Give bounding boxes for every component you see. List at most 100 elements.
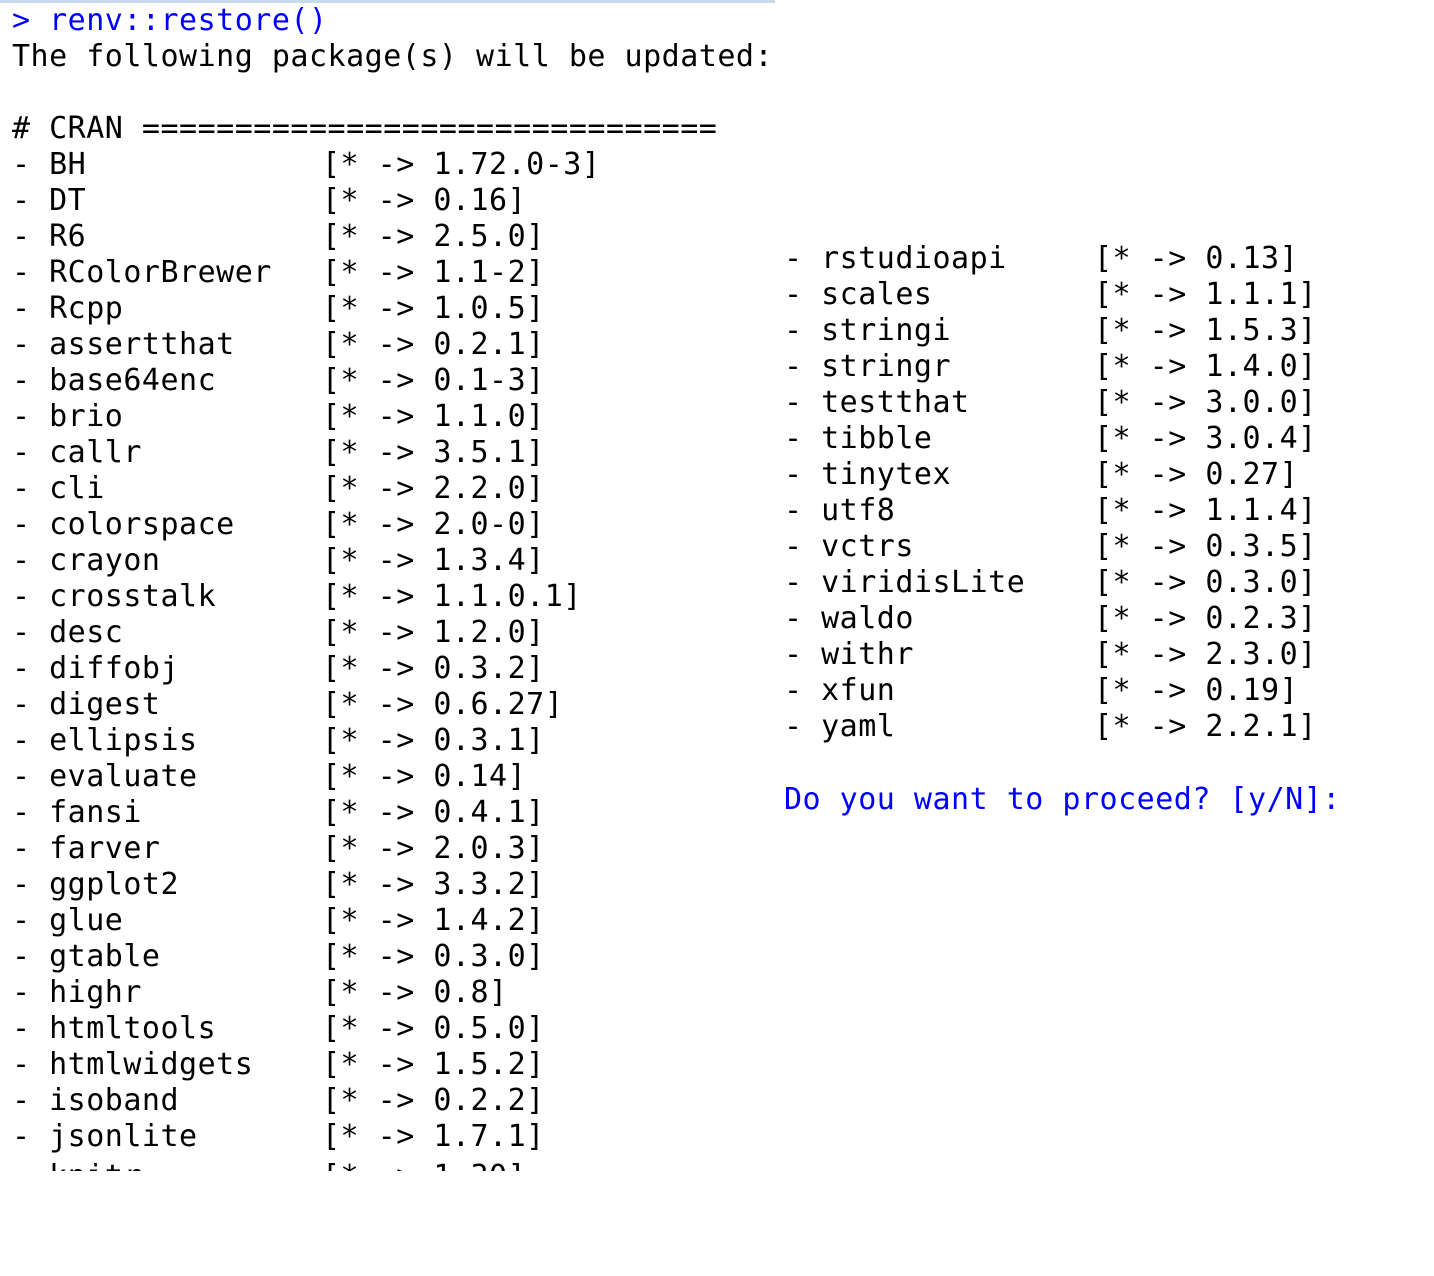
package-version-change: [* -> 0.3.2]: [322, 651, 545, 686]
package-version-change: [* -> 1.72.0-3]: [322, 147, 601, 182]
package-name: - knitr: [12, 1159, 142, 1171]
package-version-change: [* -> 1.30]: [322, 1159, 526, 1171]
package-row: - colorspace [* -> 2.0-0]: [12, 507, 612, 543]
package-row: - ggplot2 [* -> 3.3.2]: [12, 867, 612, 903]
package-row: - isoband [* -> 0.2.2]: [12, 1083, 612, 1119]
package-version-change: [* -> 0.5.0]: [322, 1011, 545, 1046]
package-name: - base64enc: [12, 363, 217, 398]
package-version-change: [* -> 0.1-3]: [322, 363, 545, 398]
package-name: - tibble: [784, 421, 933, 456]
package-row: - crayon [* -> 1.3.4]: [12, 543, 612, 579]
package-name: - xfun: [784, 673, 896, 708]
package-version-change: [* -> 3.3.2]: [322, 867, 545, 902]
package-row: - crosstalk [* -> 1.1.0.1]: [12, 579, 612, 615]
package-row: - testthat [* -> 3.0.0]: [784, 385, 1384, 421]
cran-section-heading: # CRAN ===============================: [12, 111, 718, 146]
package-name: - gtable: [12, 939, 161, 974]
package-name: - htmlwidgets: [12, 1047, 254, 1082]
package-name: - glue: [12, 903, 124, 938]
package-row: - knitr [* -> 1.30]: [12, 1159, 612, 1171]
package-version-change: [* -> 0.27]: [1094, 457, 1299, 492]
package-row: - fansi [* -> 0.4.1]: [12, 795, 612, 831]
package-name: - stringi: [784, 313, 952, 348]
package-version-change: [* -> 2.2.0]: [322, 471, 545, 506]
package-row: - RColorBrewer [* -> 1.1-2]: [12, 255, 612, 291]
package-version-change: [* -> 1.1.0.1]: [322, 579, 582, 614]
package-version-change: [* -> 1.4.0]: [1094, 349, 1317, 384]
package-row: - jsonlite [* -> 1.7.1]: [12, 1119, 612, 1155]
package-row: - viridisLite [* -> 0.3.0]: [784, 565, 1384, 601]
package-name: - cli: [12, 471, 105, 506]
package-row: - cli [* -> 2.2.0]: [12, 471, 612, 507]
package-version-change: [* -> 1.2.0]: [322, 615, 545, 650]
package-name: - farver: [12, 831, 161, 866]
package-name: - desc: [12, 615, 124, 650]
package-row: - waldo [* -> 0.2.3]: [784, 601, 1384, 637]
package-row: - brio [* -> 1.1.0]: [12, 399, 612, 435]
package-name: - ellipsis: [12, 723, 198, 758]
package-name: - callr: [12, 435, 142, 470]
package-name: - crosstalk: [12, 579, 217, 614]
package-version-change: [* -> 0.6.27]: [322, 687, 564, 722]
package-row: - BH [* -> 1.72.0-3]: [12, 147, 612, 183]
package-row: - desc [* -> 1.2.0]: [12, 615, 612, 651]
package-name: - rstudioapi: [784, 241, 1007, 276]
package-name: - colorspace: [12, 507, 235, 542]
package-version-change: [* -> 1.1.0]: [322, 399, 545, 434]
package-name: - fansi: [12, 795, 142, 830]
package-name: - jsonlite: [12, 1119, 198, 1154]
package-row: - highr [* -> 0.8]: [12, 975, 612, 1011]
package-row: - ellipsis [* -> 0.3.1]: [12, 723, 612, 759]
package-version-change: [* -> 2.5.0]: [322, 219, 545, 254]
package-name: - ggplot2: [12, 867, 180, 902]
package-name: - isoband: [12, 1083, 180, 1118]
package-version-change: [* -> 0.19]: [1094, 673, 1299, 708]
package-name: - yaml: [784, 709, 896, 744]
package-row: - glue [* -> 1.4.2]: [12, 903, 612, 939]
package-version-change: [* -> 0.2.1]: [322, 327, 545, 362]
package-row: - farver [* -> 2.0.3]: [12, 831, 612, 867]
package-row: - utf8 [* -> 1.1.4]: [784, 493, 1384, 529]
package-version-change: [* -> 1.4.2]: [322, 903, 545, 938]
package-version-change: [* -> 2.0-0]: [322, 507, 545, 542]
package-name: - RColorBrewer: [12, 255, 272, 290]
package-name: - viridisLite: [784, 565, 1026, 600]
package-name: - BH: [12, 147, 87, 182]
command-text: renv::restore(): [49, 3, 328, 38]
package-version-change: [* -> 0.13]: [1094, 241, 1299, 276]
package-version-change: [* -> 2.0.3]: [322, 831, 545, 866]
package-version-change: [* -> 3.0.0]: [1094, 385, 1317, 420]
package-row: - tinytex [* -> 0.27]: [784, 457, 1384, 493]
package-row: - rstudioapi [* -> 0.13]: [784, 241, 1384, 277]
package-version-change: [* -> 0.14]: [322, 759, 527, 794]
package-version-change: [* -> 0.3.1]: [322, 723, 545, 758]
package-version-change: [* -> 2.3.0]: [1094, 637, 1317, 672]
package-name: - utf8: [784, 493, 896, 528]
proceed-prompt[interactable]: Do you want to proceed? [y/N]:: [784, 782, 1341, 818]
package-row: - diffobj [* -> 0.3.2]: [12, 651, 612, 687]
output-header: The following package(s) will be updated…: [12, 39, 774, 74]
package-row: - htmltools [* -> 0.5.0]: [12, 1011, 612, 1047]
package-version-change: [* -> 1.1.4]: [1094, 493, 1317, 528]
package-version-change: [* -> 1.1-2]: [322, 255, 545, 290]
package-row: - htmlwidgets [* -> 1.5.2]: [12, 1047, 612, 1083]
package-version-change: [* -> 0.2.2]: [322, 1083, 545, 1118]
package-name: - Rcpp: [12, 291, 124, 326]
package-name: - waldo: [784, 601, 914, 636]
package-row: - withr [* -> 2.3.0]: [784, 637, 1384, 673]
package-name: - crayon: [12, 543, 161, 578]
package-version-change: [* -> 3.5.1]: [322, 435, 545, 470]
package-version-change: [* -> 1.7.1]: [322, 1119, 545, 1154]
prompt-symbol: >: [12, 3, 31, 38]
package-row: - scales [* -> 1.1.1]: [784, 277, 1384, 313]
package-name: - withr: [784, 637, 914, 672]
package-name: - vctrs: [784, 529, 914, 564]
package-row: - stringi [* -> 1.5.3]: [784, 313, 1384, 349]
package-row: - digest [* -> 0.6.27]: [12, 687, 612, 723]
package-row: - R6 [* -> 2.5.0]: [12, 219, 612, 255]
package-row: - DT [* -> 0.16]: [12, 183, 612, 219]
package-row: - base64enc [* -> 0.1-3]: [12, 363, 612, 399]
package-version-change: [* -> 0.2.3]: [1094, 601, 1317, 636]
package-row: - Rcpp [* -> 1.0.5]: [12, 291, 612, 327]
package-row: - stringr [* -> 1.4.0]: [784, 349, 1384, 385]
